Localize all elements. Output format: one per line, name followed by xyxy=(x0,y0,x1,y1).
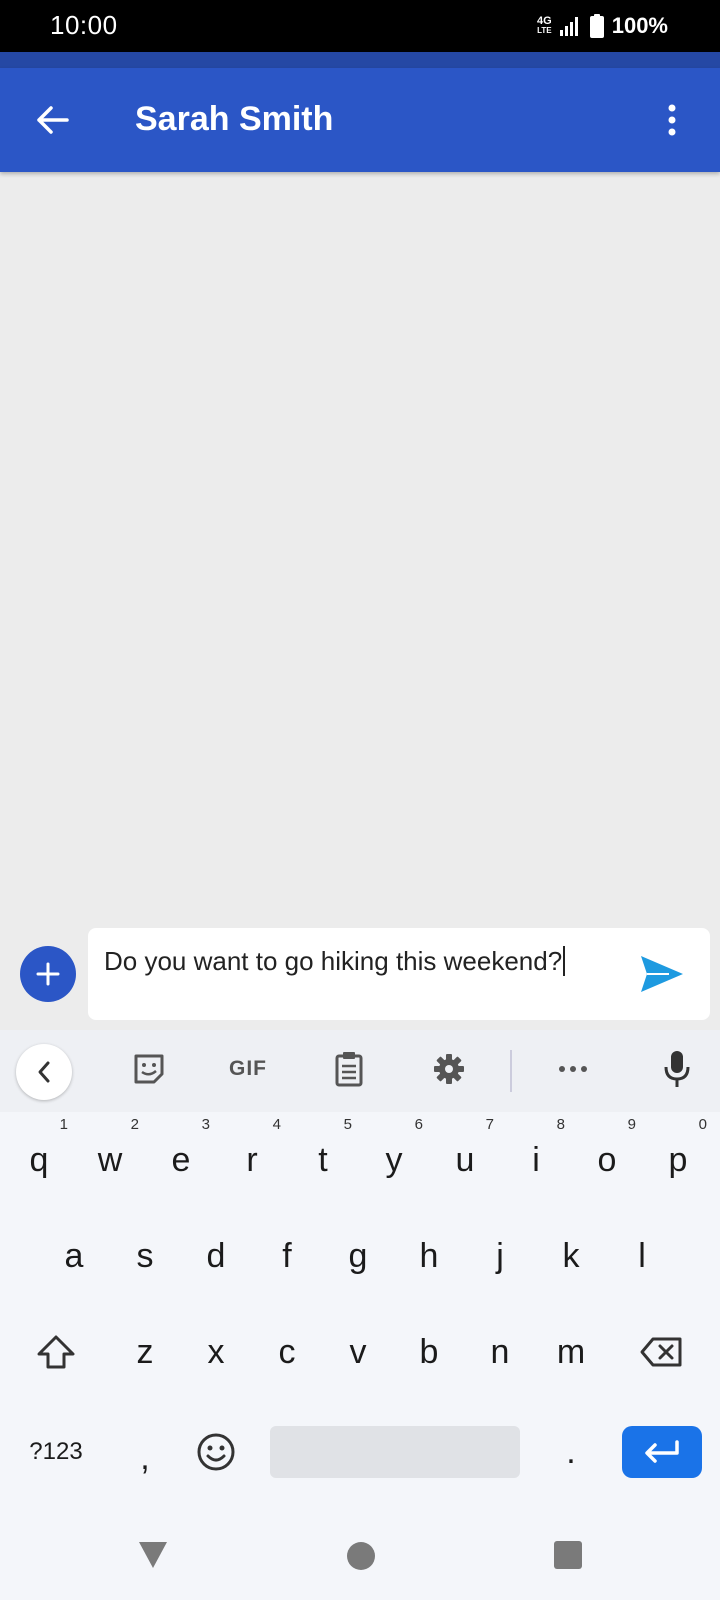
shift-icon xyxy=(37,1335,75,1369)
status-time: 10:00 xyxy=(50,10,118,40)
sticker-button[interactable] xyxy=(124,1044,174,1094)
key-q[interactable]: q1 xyxy=(4,1112,74,1208)
settings-button[interactable] xyxy=(424,1044,474,1094)
more-tools-button[interactable] xyxy=(548,1044,598,1094)
back-button[interactable] xyxy=(26,94,78,146)
key-n[interactable]: n xyxy=(465,1304,535,1400)
enter-key[interactable] xyxy=(622,1426,702,1478)
page-title: Sarah Smith xyxy=(135,100,334,138)
more-options-button[interactable] xyxy=(654,96,690,144)
voice-input-button[interactable] xyxy=(652,1044,702,1094)
emoji-key[interactable] xyxy=(181,1404,251,1500)
more-vert-icon xyxy=(668,104,676,136)
backspace-icon xyxy=(640,1337,682,1367)
message-text[interactable]: Do you want to go hiking this weekend? xyxy=(104,944,604,978)
key-z[interactable]: z xyxy=(110,1304,180,1400)
nav-recents-icon[interactable] xyxy=(554,1541,582,1569)
shift-key[interactable] xyxy=(6,1304,106,1400)
sticker-icon xyxy=(134,1054,164,1084)
keyboard: GIF q 1 w 2 e 3 r 4 t 5 y 6 u 7 i 8 o 9 … xyxy=(0,1030,720,1600)
key-i[interactable]: i8 xyxy=(501,1112,571,1208)
key-period[interactable]: . xyxy=(536,1404,606,1500)
key-t[interactable]: t5 xyxy=(288,1112,358,1208)
keyboard-toolbar: GIF xyxy=(0,1030,720,1112)
key-e[interactable]: e3 xyxy=(146,1112,216,1208)
key-c[interactable]: c xyxy=(252,1304,322,1400)
send-icon xyxy=(641,956,683,992)
microphone-icon xyxy=(664,1051,690,1087)
key-u[interactable]: u7 xyxy=(430,1112,500,1208)
key-m[interactable]: m xyxy=(536,1304,606,1400)
send-button[interactable] xyxy=(634,946,690,1002)
key-r[interactable]: r4 xyxy=(217,1112,287,1208)
key-p[interactable]: p0 xyxy=(643,1112,713,1208)
clipboard-icon xyxy=(335,1052,363,1087)
key-h[interactable]: h xyxy=(394,1208,464,1304)
key-g[interactable]: g xyxy=(323,1208,393,1304)
status-icons: 4G LTE 100% xyxy=(537,10,668,42)
key-k[interactable]: k xyxy=(536,1208,606,1304)
add-attachment-button[interactable] xyxy=(20,946,76,1002)
key-x[interactable]: x xyxy=(181,1304,251,1400)
nav-home-icon[interactable] xyxy=(347,1542,375,1570)
emoji-icon xyxy=(197,1433,235,1471)
backspace-key[interactable] xyxy=(612,1304,712,1400)
arrow-left-icon xyxy=(37,106,69,134)
chevron-left-icon xyxy=(38,1061,50,1083)
signal-icon xyxy=(559,17,578,36)
app-bar-strip xyxy=(0,52,720,68)
key-j[interactable]: j xyxy=(465,1208,535,1304)
keyboard-collapse-button[interactable] xyxy=(16,1044,72,1100)
key-a[interactable]: a xyxy=(39,1208,109,1304)
network-type: 4G LTE xyxy=(537,15,552,36)
plus-icon xyxy=(36,962,60,986)
nav-back-icon[interactable] xyxy=(138,1540,168,1570)
clipboard-button[interactable] xyxy=(324,1044,374,1094)
key-y[interactable]: y6 xyxy=(359,1112,429,1208)
status-bar: 10:00 4G LTE 100% xyxy=(0,0,720,52)
key-f[interactable]: f xyxy=(252,1208,322,1304)
gear-icon xyxy=(434,1054,464,1084)
key-comma[interactable]: , xyxy=(110,1410,180,1506)
message-list xyxy=(0,172,720,912)
battery-icon xyxy=(589,14,604,38)
more-horiz-icon xyxy=(559,1066,587,1072)
app-bar: Sarah Smith xyxy=(0,68,720,172)
space-key[interactable] xyxy=(270,1426,520,1478)
key-l[interactable]: l xyxy=(607,1208,677,1304)
toolbar-divider xyxy=(510,1050,512,1092)
gif-button[interactable]: GIF xyxy=(220,1044,276,1094)
enter-icon xyxy=(645,1440,679,1463)
key-s[interactable]: s xyxy=(110,1208,180,1304)
key-b[interactable]: b xyxy=(394,1304,464,1400)
symbols-key[interactable]: ?123 xyxy=(6,1404,106,1500)
text-cursor xyxy=(563,946,566,976)
key-v[interactable]: v xyxy=(323,1304,393,1400)
message-input[interactable]: Do you want to go hiking this weekend? xyxy=(88,928,710,1020)
key-d[interactable]: d xyxy=(181,1208,251,1304)
battery-percent: 100% xyxy=(611,13,668,38)
key-o[interactable]: o9 xyxy=(572,1112,642,1208)
key-w[interactable]: w2 xyxy=(75,1112,145,1208)
